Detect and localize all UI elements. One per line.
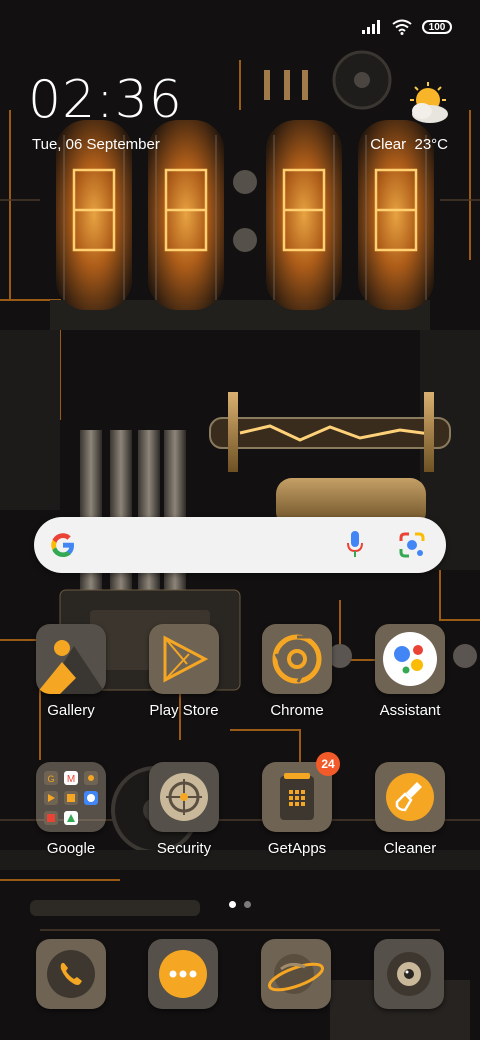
clock-date[interactable]: Tue, 06 September: [32, 136, 160, 153]
browser-icon: [268, 954, 324, 994]
security-icon: [149, 762, 219, 832]
svg-text:G: G: [47, 774, 54, 784]
app-label: Assistant: [379, 702, 441, 719]
app-label: GetApps: [267, 840, 327, 857]
play-store-icon: [149, 624, 219, 694]
app-assistant[interactable]: Assistant: [355, 624, 465, 719]
notification-badge: 24: [316, 752, 340, 776]
app-folder-google[interactable]: G M Google: [16, 762, 126, 857]
clock-time[interactable]: 02:36: [28, 74, 183, 126]
app-chrome[interactable]: Chrome: [242, 624, 352, 719]
app-security[interactable]: Security: [129, 762, 239, 857]
dock-camera[interactable]: [374, 939, 444, 1009]
weather-info[interactable]: Clear 23°C: [370, 136, 448, 153]
page-dot-active: [229, 901, 236, 908]
app-label: Chrome: [270, 702, 324, 719]
app-play-store[interactable]: Play Store: [129, 624, 239, 719]
chrome-icon: [262, 624, 332, 694]
app-label: Google: [46, 840, 96, 857]
app-label: Cleaner: [383, 840, 437, 857]
page-dot: [244, 901, 251, 908]
app-getapps[interactable]: 24 GetApps: [242, 752, 352, 857]
weather-temperature: 23°C: [414, 136, 448, 153]
cleaner-icon: [375, 762, 445, 832]
weather-condition: Clear: [370, 136, 407, 153]
wifi-icon: [392, 19, 412, 35]
battery-indicator: 100: [422, 20, 452, 34]
app-gallery[interactable]: Gallery: [16, 624, 126, 719]
mic-icon[interactable]: [346, 531, 364, 559]
google-search-bar[interactable]: [34, 517, 446, 573]
camera-icon: [387, 952, 431, 996]
app-label: Play Store: [149, 702, 219, 719]
assistant-icon: [375, 624, 445, 694]
app-label: Gallery: [47, 702, 95, 719]
dock-messages[interactable]: [148, 939, 218, 1009]
battery-level: 100: [428, 21, 446, 33]
messages-icon: [159, 950, 207, 998]
google-icon: [51, 533, 74, 557]
page-indicator: [0, 901, 480, 908]
signal-icon: [362, 20, 380, 34]
dock-browser[interactable]: [261, 939, 331, 1009]
app-cleaner[interactable]: Cleaner: [355, 762, 465, 857]
getapps-icon: 24: [262, 752, 340, 832]
status-bar: 100: [362, 14, 452, 40]
folder-icon: G M: [36, 762, 106, 832]
gallery-icon: [36, 624, 106, 694]
phone-icon: [47, 950, 95, 998]
dock-phone[interactable]: [36, 939, 106, 1009]
sunny-cloud-icon[interactable]: [402, 82, 452, 126]
lens-icon[interactable]: [398, 531, 426, 559]
svg-text:M: M: [67, 774, 75, 785]
app-label: Security: [156, 840, 212, 857]
